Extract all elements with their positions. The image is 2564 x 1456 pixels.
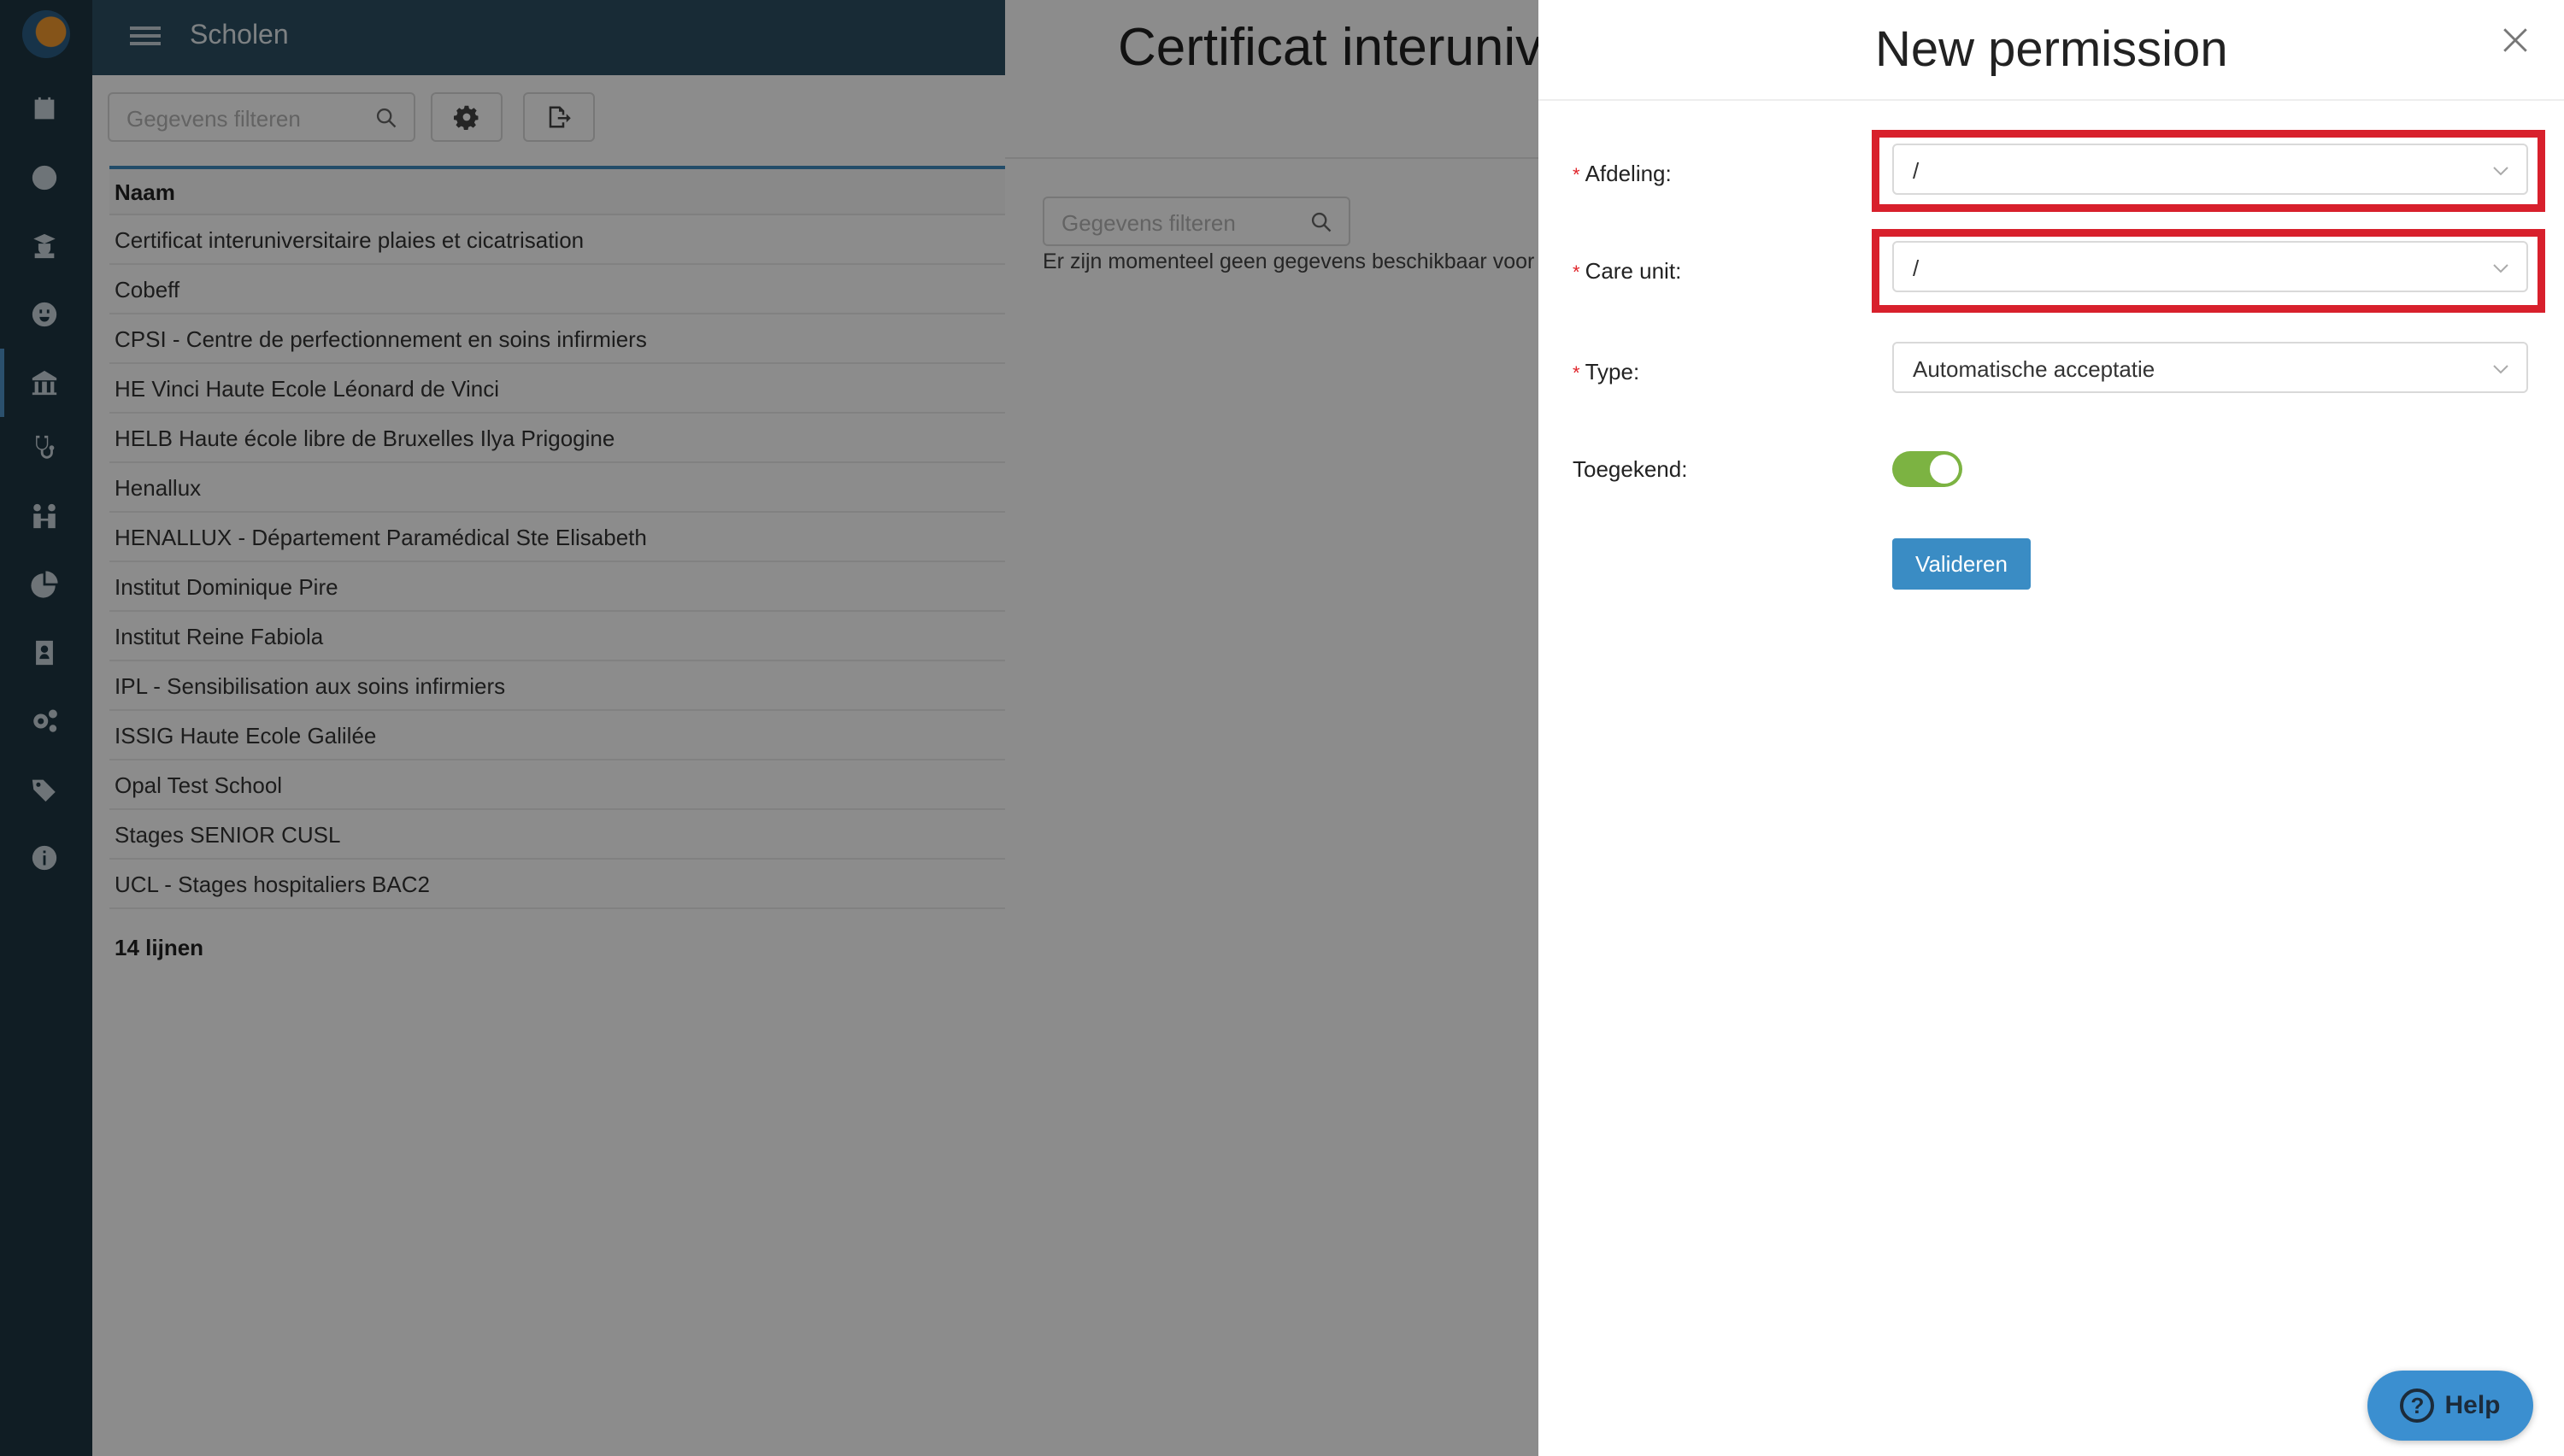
close-icon[interactable] — [2501, 26, 2530, 55]
type-select[interactable]: Automatische acceptatie — [1892, 342, 2528, 393]
drawer-title: New permission — [1875, 21, 2228, 77]
afdeling-label: * Afdeling: — [1573, 161, 1672, 186]
highlight-box — [1872, 130, 2545, 212]
type-value: Automatische acceptatie — [1913, 356, 2155, 382]
help-label: Help — [2444, 1391, 2501, 1419]
toegekend-toggle[interactable] — [1892, 451, 1962, 487]
modal-mask[interactable] — [0, 0, 1538, 1456]
toggle-knob — [1930, 455, 1959, 484]
validate-button[interactable]: Valideren — [1892, 538, 2031, 590]
toegekend-row: Toegekend: — [1573, 437, 2530, 506]
chevron-down-icon — [2493, 365, 2508, 374]
help-icon: ? — [2400, 1388, 2435, 1423]
type-label: * Type: — [1573, 359, 1640, 385]
drawer-header: New permission — [1538, 0, 2564, 101]
type-row: * Type: Automatische acceptatie — [1573, 340, 2530, 408]
highlight-box — [1872, 229, 2545, 313]
toegekend-label: Toegekend: — [1573, 456, 1688, 482]
care-unit-label: * Care unit: — [1573, 258, 1682, 284]
new-permission-drawer: New permission * Afdeling: / * Care unit: … — [1538, 0, 2564, 1456]
help-button[interactable]: ? Help — [2367, 1371, 2533, 1441]
